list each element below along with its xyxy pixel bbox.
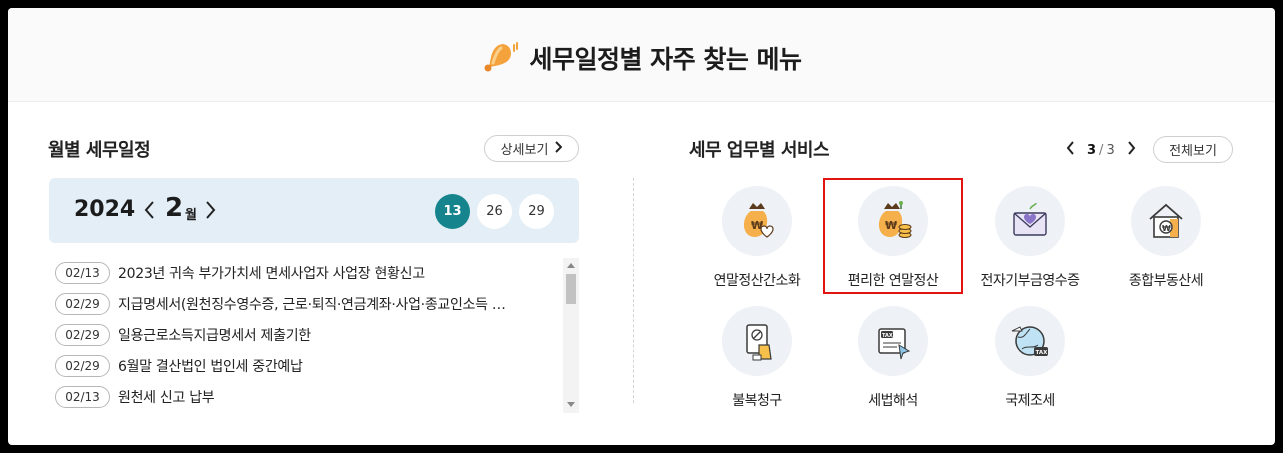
year-label: 2024 <box>74 197 136 222</box>
detail-view-button[interactable]: 상세보기 <box>484 135 579 162</box>
scroll-down-icon[interactable] <box>567 402 575 407</box>
detail-view-label: 상세보기 <box>500 143 549 158</box>
list-item[interactable]: 02/29 6월말 결산법인 법인세 중간예납 <box>55 354 555 378</box>
page-separator: / <box>1099 142 1104 158</box>
day-29-button[interactable]: 29 <box>519 194 554 229</box>
service-comprehensive-property-tax[interactable]: ₩ 종합부동산세 <box>1101 186 1231 290</box>
next-month-chevron-icon[interactable] <box>205 200 217 224</box>
service-label: 국제조세 <box>1005 393 1055 409</box>
calendar-bar: 2024 2 월 13 26 29 <box>49 178 579 243</box>
schedule-list: 02/13 2023년 귀속 부가가치세 면세사업자 사업장 현황신고 02/2… <box>55 258 575 413</box>
service-international-tax[interactable]: TAX 국제조세 <box>965 306 1095 410</box>
svg-text:TAX: TAX <box>882 333 893 339</box>
schedule-text: 원천세 신고 납부 <box>118 390 215 406</box>
header: 세무일정별 자주 찾는 메뉴 <box>8 8 1275 102</box>
globe-tax-icon[interactable]: TAX <box>995 306 1065 376</box>
service-e-donation-receipt[interactable]: 전자기부금영수증 <box>965 186 1095 290</box>
services-pager: 3 / 3 <box>1066 139 1136 161</box>
schedule-text: 6월말 결산법인 법인세 중간예납 <box>118 359 303 375</box>
prev-page-chevron-icon[interactable] <box>1066 141 1075 159</box>
svg-text:TAX: TAX <box>1036 350 1049 356</box>
next-page-chevron-icon[interactable] <box>1127 141 1136 159</box>
service-tax-law-interpretation[interactable]: TAX 세법해석 <box>828 306 958 410</box>
service-objection-claim[interactable]: 불복청구 <box>692 306 822 410</box>
tax-book-icon[interactable]: TAX <box>858 306 928 376</box>
scroll-up-icon[interactable] <box>567 263 575 268</box>
schedule-date: 02/13 <box>55 386 110 408</box>
day-26-button[interactable]: 26 <box>477 194 512 229</box>
schedule-scrollbar[interactable] <box>563 258 579 413</box>
house-won-icon[interactable]: ₩ <box>1131 186 1201 256</box>
list-item[interactable]: 02/29 일용근로소득지급명세서 제출기한 <box>55 323 555 347</box>
service-label: 불복청구 <box>732 393 782 409</box>
day-13-button[interactable]: 13 <box>435 194 470 229</box>
service-label: 전자기부금영수증 <box>980 273 1080 289</box>
month-number: 2 <box>165 193 184 223</box>
page-frame: 세무일정별 자주 찾는 메뉴 월별 세무일정 상세보기 2024 2 월 13 … <box>8 8 1275 445</box>
schedule-date: 02/29 <box>55 293 110 315</box>
heart-envelope-icon[interactable] <box>995 186 1065 256</box>
schedule-text: 일용근로소득지급명세서 제출기한 <box>118 328 311 344</box>
schedule-date: 02/13 <box>55 262 110 284</box>
schedule-text: 2023년 귀속 부가가치세 면세사업자 사업장 현황신고 <box>118 266 425 282</box>
page-current: 3 <box>1087 142 1097 158</box>
service-label: 연말정산간소화 <box>713 273 801 289</box>
schedule-date: 02/29 <box>55 324 110 346</box>
highlight-box <box>823 178 963 294</box>
services-title: 세무 업무별 서비스 <box>689 140 830 161</box>
monthly-schedule-title: 월별 세무일정 <box>48 140 151 161</box>
bell-icon <box>481 37 519 79</box>
page-total: 3 <box>1106 142 1115 158</box>
document-hand-icon[interactable] <box>722 306 792 376</box>
page-indicator: 3 / 3 <box>1087 143 1115 158</box>
list-item[interactable]: 02/13 원천세 신고 납부 <box>55 385 555 409</box>
service-label: 세법해석 <box>868 393 918 409</box>
svg-text:₩: ₩ <box>1162 224 1171 233</box>
chevron-right-icon <box>554 140 563 157</box>
month-unit: 월 <box>185 208 197 223</box>
view-all-button[interactable]: 전체보기 <box>1153 136 1233 163</box>
scroll-thumb[interactable] <box>566 274 576 304</box>
list-item[interactable]: 02/29 지급명세서(원천징수영수증, 근로·퇴직·연금계좌·사업·종교인소득… <box>55 292 555 316</box>
service-label: 종합부동산세 <box>1128 273 1204 289</box>
prev-month-chevron-icon[interactable] <box>143 200 155 224</box>
schedule-date: 02/29 <box>55 355 110 377</box>
service-year-end-simplified[interactable]: ₩ 연말정산간소화 <box>692 186 822 290</box>
list-item[interactable]: 02/13 2023년 귀속 부가가치세 면세사업자 사업장 현황신고 <box>55 261 555 285</box>
schedule-text: 지급명세서(원천징수영수증, 근로·퇴직·연금계좌·사업·종교인소득 … <box>118 297 506 313</box>
panel-divider <box>633 178 634 403</box>
page-title: 세무일정별 자주 찾는 메뉴 <box>529 45 802 74</box>
money-bag-heart-icon[interactable]: ₩ <box>722 186 792 256</box>
